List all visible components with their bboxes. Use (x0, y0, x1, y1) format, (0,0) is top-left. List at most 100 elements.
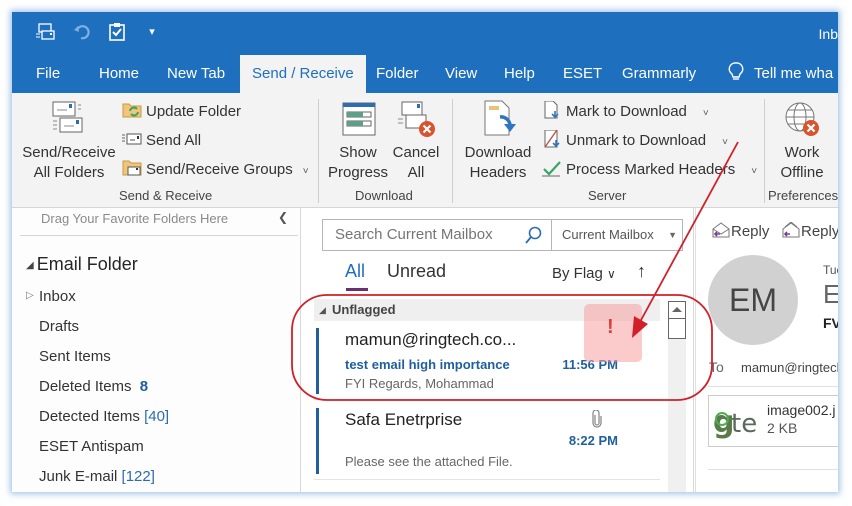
tab-help[interactable]: Help (504, 55, 535, 93)
cancel-all-label-1: Cancel (392, 144, 440, 161)
collapse-triangle-icon: ◢ (26, 260, 34, 271)
group-separator (452, 99, 453, 203)
mark-to-download-label: Mark to Download (566, 103, 687, 120)
work-offline-button[interactable]: Work Offline (768, 99, 836, 183)
cancel-send-icon (396, 99, 436, 139)
favorites-drop-hint: Drag Your Favorite Folders Here (41, 211, 229, 226)
attachment-size: 2 KB (767, 420, 798, 436)
send-receive-groups-dropdown[interactable]: Send/Receive Groups ˅ (122, 159, 309, 181)
search-scope-dropdown[interactable]: Current Mailbox ▼ (552, 219, 683, 251)
unmark-to-download-dropdown[interactable]: Unmark to Download ˅ (542, 129, 728, 152)
tab-eset[interactable]: ESET (563, 55, 602, 93)
search-icon[interactable] (525, 226, 543, 244)
scroll-up-button[interactable] (668, 301, 686, 319)
tab-folder[interactable]: Folder (376, 55, 419, 93)
sort-direction-button[interactable]: ↑ (637, 261, 646, 282)
download-headers-icon (478, 99, 518, 139)
message-subject: FV (823, 315, 838, 331)
tell-me-search[interactable]: Tell me wha (728, 55, 833, 93)
reply-all-icon (782, 221, 800, 238)
divider (708, 469, 838, 470)
folder-mail-icon (122, 159, 142, 177)
folder-junk-email[interactable]: Junk E-mail [122] (39, 468, 155, 485)
send-receive-all-icon[interactable] (36, 22, 56, 42)
scroll-thumb[interactable] (668, 319, 686, 339)
outlook-window: ▾ Inb File Home New Tab Send / Receive F… (12, 12, 838, 492)
tell-me-text: Tell me wha (754, 65, 834, 82)
mark-download-icon (542, 100, 562, 119)
customize-qat-icon[interactable]: ▾ (142, 22, 162, 42)
cancel-all-label-2: All (407, 164, 425, 181)
to-label: To (709, 359, 724, 375)
message-time: 8:22 PM (568, 433, 618, 448)
message-sender-name: Er (823, 279, 838, 309)
unread-indicator (316, 408, 319, 474)
send-receive-all-folders-button[interactable]: Send/Receive All Folders (22, 99, 116, 183)
sort-by-dropdown[interactable]: By Flag ∨ (552, 265, 616, 282)
send-receive-all-label-2: All Folders (33, 164, 105, 181)
message-list-scrollbar[interactable] (668, 301, 686, 492)
reply-all-button[interactable]: Reply (782, 221, 838, 240)
chevron-down-icon: ∨ (607, 267, 616, 281)
folder-sent-items[interactable]: Sent Items (39, 348, 111, 365)
reply-button[interactable]: Reply (712, 222, 769, 240)
globe-offline-icon (782, 99, 822, 139)
chevron-down-icon: ˅ (722, 137, 728, 148)
tab-home[interactable]: Home (99, 55, 139, 93)
message-sender: mamun@ringtech.co... (345, 330, 517, 349)
search-box[interactable] (322, 219, 552, 251)
show-progress-button[interactable]: Show Progress (326, 99, 390, 183)
sort-by-label: By Flag (552, 265, 603, 282)
mailbox-root[interactable]: ◢ Email Folder (26, 254, 138, 275)
tab-file[interactable]: File (36, 55, 60, 93)
clipboard-check-icon[interactable] (107, 22, 127, 42)
undo-icon[interactable] (72, 22, 92, 42)
attachment-name: image002.j (767, 402, 836, 418)
tab-send-receive[interactable]: Send / Receive (240, 55, 366, 93)
filter-all[interactable]: All (345, 261, 365, 282)
message-preview: FYI Regards, Mohammad (345, 376, 494, 391)
cancel-all-button[interactable]: Cancel All (390, 99, 442, 183)
expand-triangle-icon[interactable]: ▷ (26, 290, 34, 301)
message-preview: Please see the attached File. (345, 454, 513, 469)
active-filter-indicator (346, 288, 368, 291)
update-folder-button[interactable]: Update Folder (122, 101, 241, 123)
send-receive-all-label-1: Send/Receive (22, 144, 116, 161)
message-item[interactable]: Safa Enetrprise 8:22 PM Please see the a… (314, 402, 660, 480)
folder-eset-antispam[interactable]: ESET Antispam (39, 438, 144, 455)
group-label-preferences: Preferences (768, 188, 838, 203)
filter-unread[interactable]: Unread (387, 261, 446, 282)
tab-grammarly[interactable]: Grammarly (622, 55, 696, 93)
send-receive-all-icon (49, 99, 89, 139)
checkmark-icon (542, 159, 562, 177)
folder-inbox[interactable]: ▷ Inbox (26, 288, 76, 305)
chevron-down-icon: ˅ (302, 166, 309, 177)
divider (20, 235, 298, 236)
folder-deleted-items[interactable]: Deleted Items 8 (39, 378, 148, 395)
send-all-button[interactable]: Send All (122, 130, 201, 152)
item-count: [40] (144, 408, 170, 425)
group-separator (764, 99, 765, 203)
title-bar: ▾ Inb (12, 12, 838, 55)
tab-new-tab[interactable]: New Tab (167, 55, 225, 93)
message-date: Tue (823, 263, 838, 277)
download-headers-button[interactable]: Download Headers (460, 99, 536, 183)
tab-view[interactable]: View (445, 55, 477, 93)
mark-to-download-dropdown[interactable]: Mark to Download ˅ (542, 100, 709, 123)
collapse-pane-icon[interactable]: ❮ (278, 210, 288, 224)
folder-label: Sent Items (39, 348, 111, 365)
folder-label: Inbox (39, 288, 76, 305)
reply-all-label: Reply (801, 223, 838, 240)
folder-drafts[interactable]: Drafts (39, 318, 79, 335)
message-subject: test email high importance (345, 357, 510, 372)
send-all-icon (122, 130, 142, 148)
message-list-pane: Current Mailbox ▼ All Unread By Flag ∨ ↑… (302, 208, 694, 492)
attachment-item[interactable]: g te image002.j 2 KB (708, 395, 838, 447)
process-marked-headers-dropdown[interactable]: Process Marked Headers ˅ (542, 159, 757, 181)
reply-label: Reply (731, 223, 770, 240)
show-progress-label-1: Show (339, 144, 377, 161)
search-input[interactable] (335, 226, 515, 243)
attachment-thumbnail: g te (713, 402, 757, 440)
folder-detected-items[interactable]: Detected Items [40] (39, 408, 169, 425)
unread-indicator (316, 328, 319, 394)
